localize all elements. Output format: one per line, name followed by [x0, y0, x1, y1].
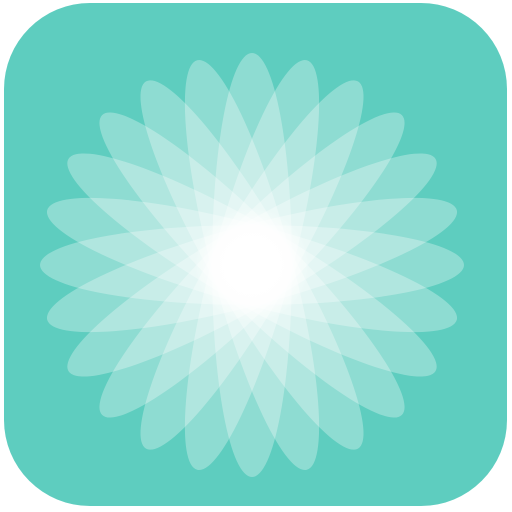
app-icon-tile[interactable] [4, 3, 507, 506]
center-glow [194, 207, 310, 323]
flower-burst-icon [4, 3, 507, 506]
